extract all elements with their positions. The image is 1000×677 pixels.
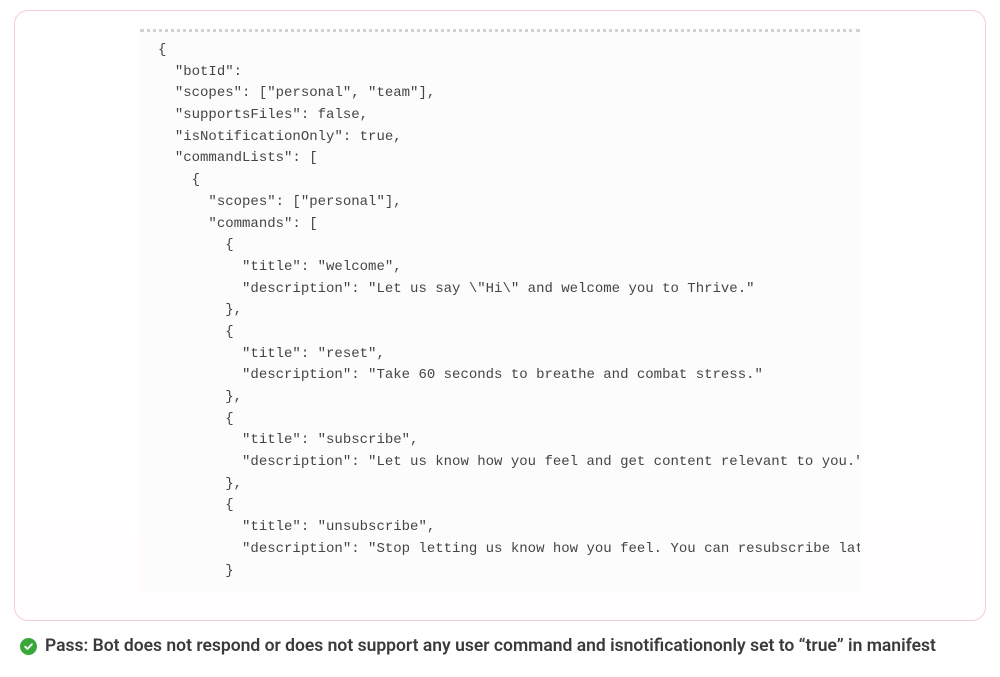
- status-row: Pass: Bot does not respond or does not s…: [14, 621, 986, 663]
- code-block: { "botId": "scopes": ["personal", "team"…: [140, 29, 860, 592]
- code-line: "description": "Take 60 seconds to breat…: [242, 367, 763, 383]
- code-line: "title": "unsubscribe",: [242, 519, 435, 535]
- code-line: }: [225, 563, 233, 579]
- code-line: },: [225, 389, 242, 405]
- code-line: {: [158, 42, 166, 58]
- code-line: "description": "Let us know how you feel…: [242, 454, 860, 470]
- code-line: },: [225, 476, 242, 492]
- code-line: {: [225, 497, 233, 513]
- code-line: "supportsFiles": false,: [175, 107, 368, 123]
- code-line: "commands": [: [208, 216, 317, 232]
- code-line: {: [225, 237, 233, 253]
- code-line: "description": "Stop letting us know how…: [242, 541, 860, 557]
- code-line: "title": "subscribe",: [242, 432, 418, 448]
- code-line: "botId":: [175, 64, 242, 80]
- code-line: "scopes": ["personal"],: [208, 194, 401, 210]
- code-line: "description": "Let us say \"Hi\" and we…: [242, 281, 754, 297]
- code-line: "isNotificationOnly": true,: [175, 129, 402, 145]
- status-text: Pass: Bot does not respond or does not s…: [45, 635, 936, 659]
- code-line: "scopes": ["personal", "team"],: [175, 85, 435, 101]
- code-line: "commandLists": [: [175, 150, 318, 166]
- code-card: { "botId": "scopes": ["personal", "team"…: [14, 10, 986, 621]
- code-line: },: [225, 302, 242, 318]
- code-line: {: [225, 411, 233, 427]
- code-line: {: [192, 172, 200, 188]
- code-line: "title": "reset",: [242, 346, 385, 362]
- code-line: "title": "welcome",: [242, 259, 402, 275]
- pass-icon: [20, 638, 37, 655]
- code-line: {: [225, 324, 233, 340]
